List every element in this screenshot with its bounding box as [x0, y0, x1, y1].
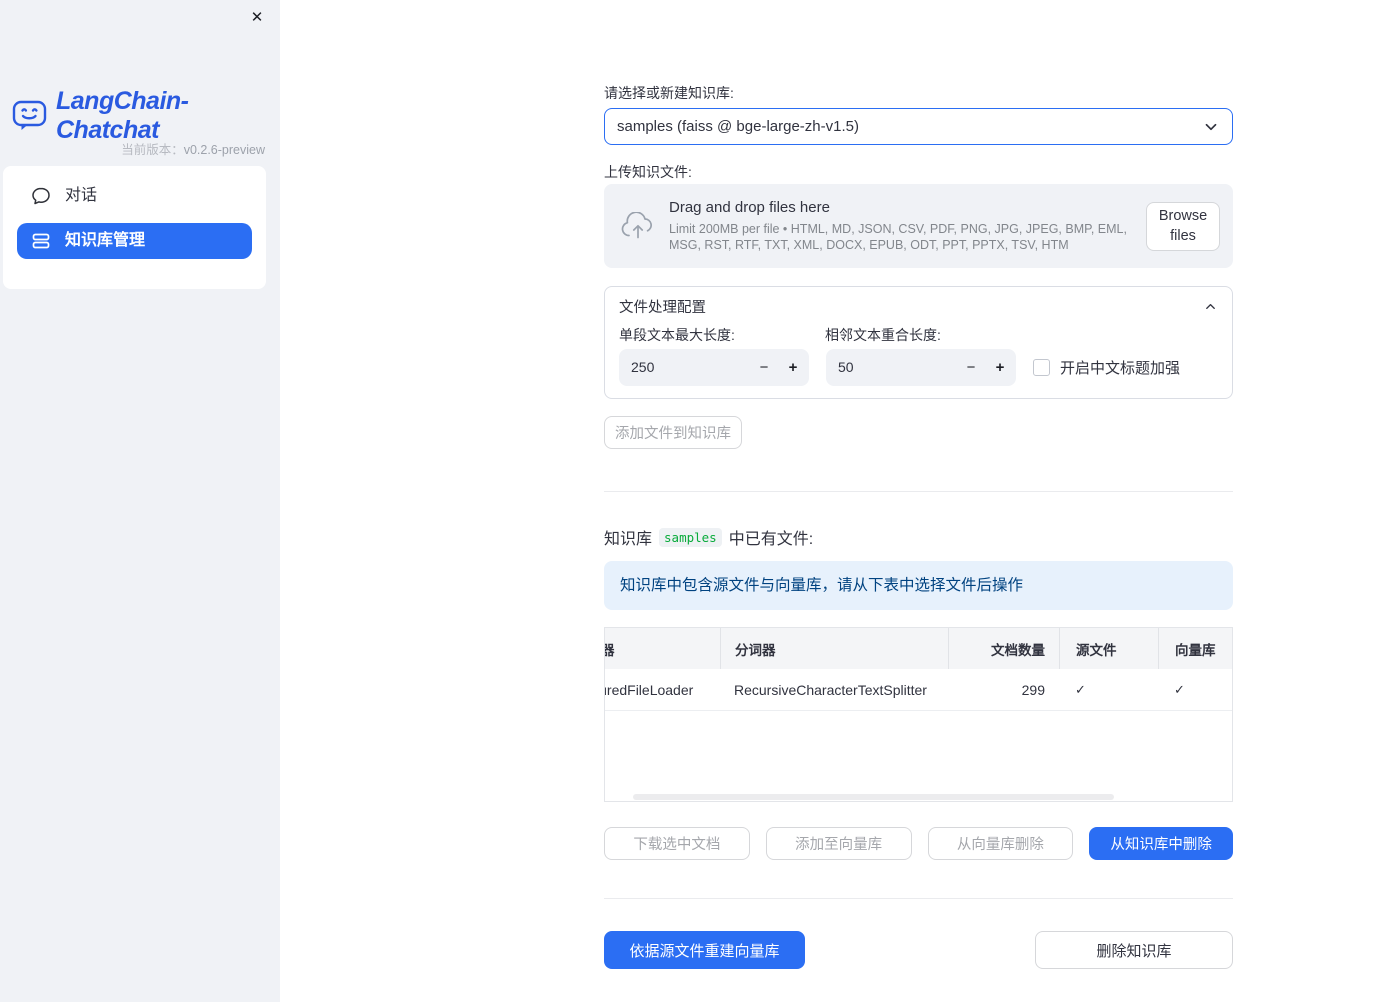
- cell-source-file-check: ✓: [1075, 681, 1086, 697]
- uploader-title: Drag and drop files here: [669, 199, 830, 216]
- kb-selectbox[interactable]: samples (faiss @ bge-large-zh-v1.5): [604, 108, 1233, 145]
- kb-files-table[interactable]: 文档加载器 分词器 文档数量 源文件 向量库 UnstructuredFileL…: [604, 627, 1233, 802]
- browse-files-button[interactable]: Browse files: [1146, 201, 1220, 251]
- version-value: v0.2.6-preview: [183, 143, 265, 157]
- logo-chat-icon: [12, 100, 48, 132]
- chunk-size-input[interactable]: 250 − +: [619, 349, 809, 386]
- table-header-loader[interactable]: 文档加载器: [605, 628, 720, 669]
- cell-vector-store-check: ✓: [1174, 681, 1185, 697]
- zh-title-enhance-checkbox[interactable]: [1033, 359, 1050, 376]
- zh-title-enhance-label: 开启中文标题加强: [1060, 360, 1181, 377]
- delete-kb-button[interactable]: 删除知识库: [1035, 931, 1233, 969]
- sidebar-item-label: 知识库管理: [65, 232, 146, 249]
- uploader-text: Drag and drop files here Limit 200MB per…: [669, 199, 1146, 253]
- sidebar: ✕ LangChain-Chatchat 当前版本：v0.2.6-preview…: [0, 0, 280, 1002]
- chunk-size-label: 单段文本最大长度:: [619, 327, 735, 343]
- sidebar-item-label: 对话: [65, 187, 98, 204]
- table-scroll-content: 文档加载器 分词器 文档数量 源文件 向量库 UnstructuredFileL…: [605, 628, 1232, 711]
- app-logo: LangChain-Chatchat: [12, 87, 280, 145]
- sidebar-item-dialogue[interactable]: 对话: [17, 179, 252, 213]
- divider: [604, 898, 1233, 899]
- kb-files-heading-prefix: 知识库: [604, 531, 653, 548]
- zh-title-enhance-option: 开启中文标题加强: [1033, 357, 1180, 378]
- app-title: LangChain-Chatchat: [56, 87, 189, 144]
- kb-files-heading-suffix: 中已有文件:: [728, 531, 814, 548]
- version-label: 当前版本：: [121, 143, 184, 157]
- kb-name-code: samples: [659, 527, 722, 547]
- cell-splitter: RecursiveCharacterTextSplitter: [734, 681, 927, 698]
- sidebar-menu: 对话 知识库管理: [3, 166, 266, 289]
- cell-loader: UnstructuredFileLoader: [605, 681, 694, 698]
- file-action-buttons: 下载选中文档 添加至向量库 从向量库删除 从知识库中删除: [604, 827, 1233, 860]
- table-header-row: 文档加载器 分词器 文档数量 源文件 向量库: [605, 628, 1232, 669]
- uploader-limit-text: Limit 200MB per file • HTML, MD, JSON, C…: [669, 222, 1127, 252]
- overlap-size-input[interactable]: 50 − +: [826, 349, 1016, 386]
- kb-files-heading: 知识库 samples 中已有文件:: [604, 525, 1233, 549]
- table-header-vector-store[interactable]: 向量库: [1158, 628, 1232, 669]
- file-config-title: 文件处理配置: [619, 299, 706, 316]
- delete-from-kb-button[interactable]: 从知识库中删除: [1089, 827, 1233, 860]
- kb-selected-option: samples (faiss @ bge-large-zh-v1.5): [617, 118, 859, 135]
- chevron-down-icon: [1202, 118, 1220, 136]
- file-uploader-dropzone[interactable]: Drag and drop files here Limit 200MB per…: [604, 184, 1233, 268]
- download-selected-button[interactable]: 下载选中文档: [604, 827, 750, 860]
- info-alert: 知识库中包含源文件与向量库，请从下表中选择文件后操作: [604, 561, 1233, 610]
- overlap-size-label: 相邻文本重合长度:: [825, 327, 941, 343]
- table-horizontal-scrollbar[interactable]: [633, 794, 1114, 800]
- delete-from-vector-store-button[interactable]: 从向量库删除: [927, 827, 1074, 860]
- add-files-to-kb-button[interactable]: 添加文件到知识库: [604, 416, 742, 449]
- plus-stepper-button[interactable]: +: [987, 349, 1013, 386]
- rebuild-vector-store-button[interactable]: 依据源文件重建向量库: [604, 931, 805, 969]
- sidebar-item-kb-management[interactable]: 知识库管理: [17, 223, 252, 259]
- plus-stepper-button[interactable]: +: [780, 349, 806, 386]
- file-config-body: 单段文本最大长度: 相邻文本重合长度: 250 − + 50 − + 开启中文标…: [605, 325, 1232, 386]
- minus-stepper-button[interactable]: −: [751, 349, 777, 386]
- chunk-size-value[interactable]: 250: [631, 349, 654, 386]
- table-header-doc-count[interactable]: 文档数量: [948, 628, 1059, 669]
- upload-label: 上传知识文件:: [604, 164, 692, 180]
- divider: [604, 491, 1233, 492]
- knowledge-base-icon: [31, 231, 51, 251]
- add-to-vector-store-button[interactable]: 添加至向量库: [765, 827, 912, 860]
- minus-stepper-button[interactable]: −: [958, 349, 984, 386]
- kb-level-actions: 依据源文件重建向量库 删除知识库: [604, 931, 1233, 969]
- file-config-expander: 文件处理配置 单段文本最大长度: 相邻文本重合长度: 250 − + 50 − …: [604, 286, 1233, 399]
- table-header-splitter[interactable]: 分词器: [720, 628, 948, 669]
- table-row[interactable]: UnstructuredFileLoader RecursiveCharacte…: [605, 669, 1232, 711]
- kb-select-label: 请选择或新建知识库:: [604, 85, 734, 101]
- cell-doc-count: 299: [1021, 681, 1045, 698]
- file-config-expander-header[interactable]: 文件处理配置: [605, 287, 1232, 325]
- overlap-size-value[interactable]: 50: [838, 349, 854, 386]
- main-content: 请选择或新建知识库: samples (faiss @ bge-large-zh…: [604, 0, 1233, 969]
- cloud-upload-icon: [620, 212, 656, 240]
- table-header-source-file[interactable]: 源文件: [1059, 628, 1158, 669]
- version-info: 当前版本：v0.2.6-preview: [121, 139, 265, 158]
- chevron-up-icon: [1203, 299, 1218, 314]
- sidebar-close-icon[interactable]: ✕: [247, 8, 267, 28]
- chat-bubble-icon: [31, 186, 51, 206]
